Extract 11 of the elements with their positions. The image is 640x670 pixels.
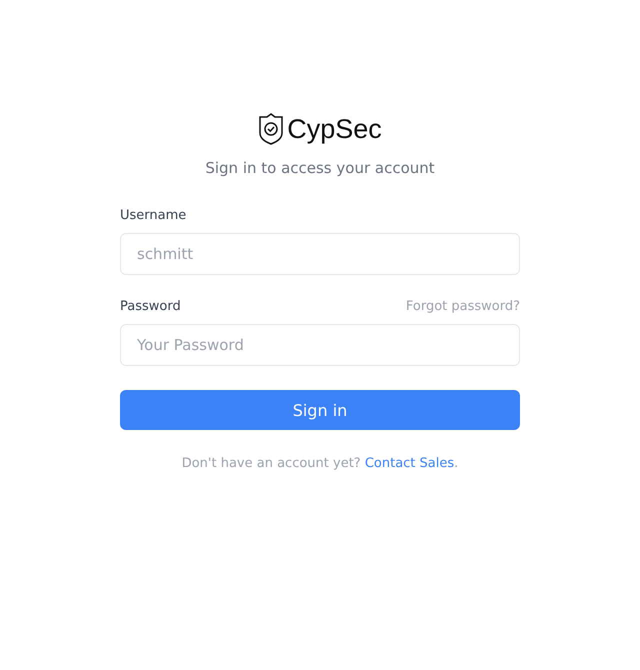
field-label: Username bbox=[120, 208, 186, 223]
forgot-password-link[interactable]: Forgot password? bbox=[406, 299, 520, 314]
field-label: Password bbox=[120, 299, 181, 314]
input-field[interactable]: Your Password bbox=[120, 324, 520, 366]
footer-text: Don't have an account yet? Contact Sales. bbox=[180, 456, 460, 471]
shield-check-icon bbox=[258, 113, 284, 145]
logo-text: CypSec bbox=[287, 114, 382, 144]
input-field[interactable]: schmitt bbox=[120, 233, 520, 275]
contact-sales-link[interactable]: Contact Sales bbox=[364, 456, 454, 471]
sign-in-button[interactable]: Sign in bbox=[120, 390, 520, 430]
subtitle: Sign in to access your account bbox=[204, 159, 436, 177]
